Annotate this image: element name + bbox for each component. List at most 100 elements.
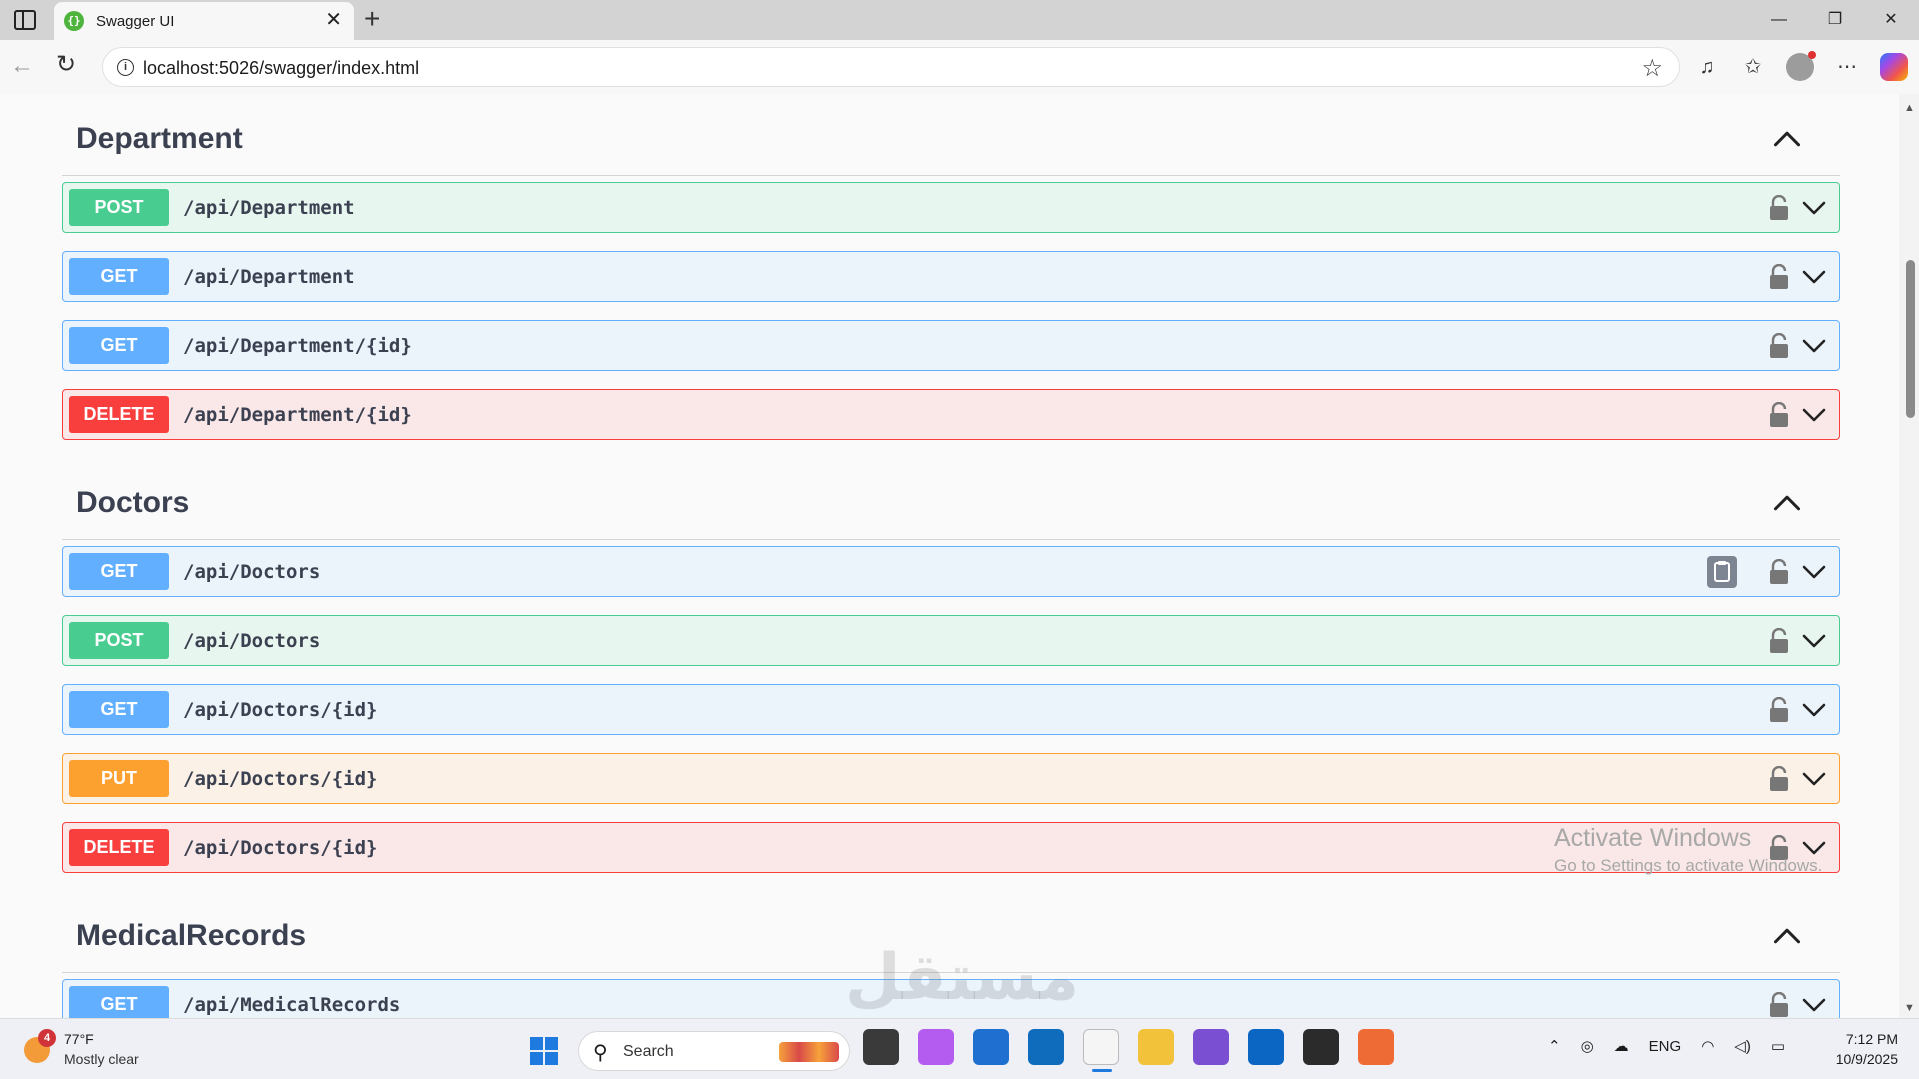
operation-row[interactable]: GET/api/Doctors (62, 546, 1840, 597)
scroll-up-icon[interactable]: ▲ (1904, 102, 1915, 114)
reload-icon[interactable]: ↻ (56, 50, 76, 79)
lock-icon[interactable] (1767, 195, 1791, 221)
endpoint-path[interactable]: /api/Doctors (183, 630, 320, 652)
vertical-scrollbar[interactable]: ▲ ▼ (1899, 94, 1919, 1018)
address-bar[interactable]: i localhost:5026/swagger/index.html ☆ (102, 47, 1680, 87)
section-header[interactable]: Department (62, 94, 1840, 176)
operation-row[interactable]: POST/api/Doctors (62, 615, 1840, 666)
section-collapse-icon[interactable] (1772, 488, 1802, 518)
expand-chevron-icon[interactable] (1801, 630, 1827, 652)
notepad-icon[interactable] (1083, 1029, 1119, 1072)
http-method-badge: DELETE (69, 829, 169, 866)
http-method-badge: GET (69, 986, 169, 1018)
expand-chevron-icon[interactable] (1801, 994, 1827, 1016)
sidebar-toggle-icon[interactable] (14, 10, 36, 30)
expand-chevron-icon[interactable] (1801, 197, 1827, 219)
endpoint-path[interactable]: /api/Department (183, 197, 355, 219)
search-placeholder: Search (623, 1043, 674, 1060)
restore-button[interactable]: ❐ (1807, 0, 1863, 40)
language-indicator[interactable]: ENG (1649, 1038, 1682, 1055)
wifi-icon[interactable]: ◠ (1701, 1037, 1714, 1055)
postman-icon[interactable] (1358, 1029, 1394, 1065)
operation-row[interactable]: GET/api/Department (62, 251, 1840, 302)
favorite-star-icon[interactable]: ☆ (1641, 54, 1663, 83)
endpoint-path[interactable]: /api/Department (183, 266, 355, 288)
search-highlight-icon (779, 1042, 839, 1062)
copy-to-clipboard-button[interactable] (1707, 556, 1737, 588)
operation-row[interactable]: GET/api/Doctors/{id} (62, 684, 1840, 735)
read-aloud-icon[interactable]: ♫ (1694, 50, 1720, 84)
copilot-icon[interactable] (918, 1029, 954, 1065)
operation-row[interactable]: GET/api/Department/{id} (62, 320, 1840, 371)
browser-tab[interactable]: {} Swagger UI ✕ (54, 2, 354, 40)
terminal-icon[interactable] (1303, 1029, 1339, 1065)
favorites-icon[interactable]: ✩ (1740, 50, 1766, 84)
start-button[interactable] (530, 1037, 558, 1065)
operation-row[interactable]: PUT/api/Doctors/{id} (62, 753, 1840, 804)
endpoint-path[interactable]: /api/Department/{id} (183, 404, 412, 426)
scroll-down-icon[interactable]: ▼ (1904, 1002, 1915, 1014)
lock-icon[interactable] (1767, 697, 1791, 723)
url-text[interactable]: localhost:5026/swagger/index.html (143, 58, 419, 79)
more-menu-icon[interactable]: ⋯ (1834, 50, 1860, 84)
lock-icon[interactable] (1767, 559, 1791, 585)
operation-row[interactable]: POST/api/Department (62, 182, 1840, 233)
section-header[interactable]: Doctors (62, 458, 1840, 540)
store-icon[interactable] (973, 1029, 1009, 1065)
tab-strip: {} Swagger UI ✕ + — ❐ ✕ (0, 0, 1919, 40)
scroll-thumb[interactable] (1906, 260, 1915, 418)
expand-chevron-icon[interactable] (1801, 404, 1827, 426)
expand-chevron-icon[interactable] (1801, 561, 1827, 583)
linkedin-icon[interactable] (1248, 1029, 1284, 1065)
endpoint-path[interactable]: /api/Doctors (183, 561, 320, 583)
section-collapse-icon[interactable] (1772, 124, 1802, 154)
visual-studio-icon[interactable] (1193, 1029, 1229, 1065)
api-section: Doctors GET/api/Doctors POST/api/Doctors GE… (62, 458, 1840, 873)
tab-close-icon[interactable]: ✕ (325, 10, 342, 30)
volume-icon[interactable]: ◁) (1734, 1037, 1751, 1055)
chevron-up-icon[interactable]: ⌃ (1548, 1037, 1561, 1055)
browser-toolbar: ← ↻ i localhost:5026/swagger/index.html … (0, 40, 1919, 94)
back-arrow-icon[interactable]: ← (10, 52, 34, 80)
lock-icon[interactable] (1767, 264, 1791, 290)
endpoint-path[interactable]: /api/MedicalRecords (183, 994, 400, 1016)
outlook-icon[interactable] (1028, 1029, 1064, 1065)
weather-temperature[interactable]: 77°F (64, 1031, 94, 1047)
clock-date[interactable]: 10/9/2025 (1826, 1051, 1898, 1067)
endpoint-path[interactable]: /api/Doctors/{id} (183, 768, 377, 790)
lock-icon[interactable] (1767, 766, 1791, 792)
battery-icon[interactable]: ▭ (1771, 1037, 1785, 1055)
expand-chevron-icon[interactable] (1801, 335, 1827, 357)
onedrive-icon[interactable]: ☁ (1614, 1037, 1629, 1055)
copilot-icon[interactable] (1880, 53, 1908, 81)
lock-icon[interactable] (1767, 628, 1791, 654)
endpoint-path[interactable]: /api/Doctors/{id} (183, 699, 377, 721)
section-title[interactable]: Department (76, 122, 243, 156)
profile-avatar[interactable] (1786, 51, 1816, 81)
http-method-badge: PUT (69, 760, 169, 797)
section-collapse-icon[interactable] (1772, 921, 1802, 951)
operation-row[interactable]: DELETE/api/Department/{id} (62, 389, 1840, 440)
weather-description[interactable]: Mostly clear (64, 1051, 139, 1067)
expand-chevron-icon[interactable] (1801, 266, 1827, 288)
file-explorer-icon[interactable] (1138, 1029, 1174, 1065)
app-tray-icon[interactable]: ◎ (1581, 1037, 1594, 1055)
clock-time[interactable]: 7:12 PM (1826, 1031, 1898, 1047)
minimize-button[interactable]: — (1751, 0, 1807, 40)
endpoint-path[interactable]: /api/Doctors/{id} (183, 837, 377, 859)
lock-icon[interactable] (1767, 992, 1791, 1018)
activate-windows-subtitle: Go to Settings to activate Windows. (1554, 856, 1823, 875)
mostaql-logo-watermark: مستقل (845, 941, 1080, 1013)
expand-chevron-icon[interactable] (1801, 768, 1827, 790)
taskbar-search[interactable]: ⚲ Search (578, 1031, 850, 1071)
task-view-icon[interactable] (863, 1029, 899, 1065)
close-window-button[interactable]: ✕ (1863, 0, 1919, 40)
section-title[interactable]: MedicalRecords (76, 919, 306, 953)
section-title[interactable]: Doctors (76, 486, 189, 520)
lock-icon[interactable] (1767, 333, 1791, 359)
endpoint-path[interactable]: /api/Department/{id} (183, 335, 412, 357)
lock-icon[interactable] (1767, 402, 1791, 428)
expand-chevron-icon[interactable] (1801, 699, 1827, 721)
new-tab-button[interactable]: + (364, 4, 380, 34)
site-info-icon[interactable]: i (117, 59, 134, 76)
